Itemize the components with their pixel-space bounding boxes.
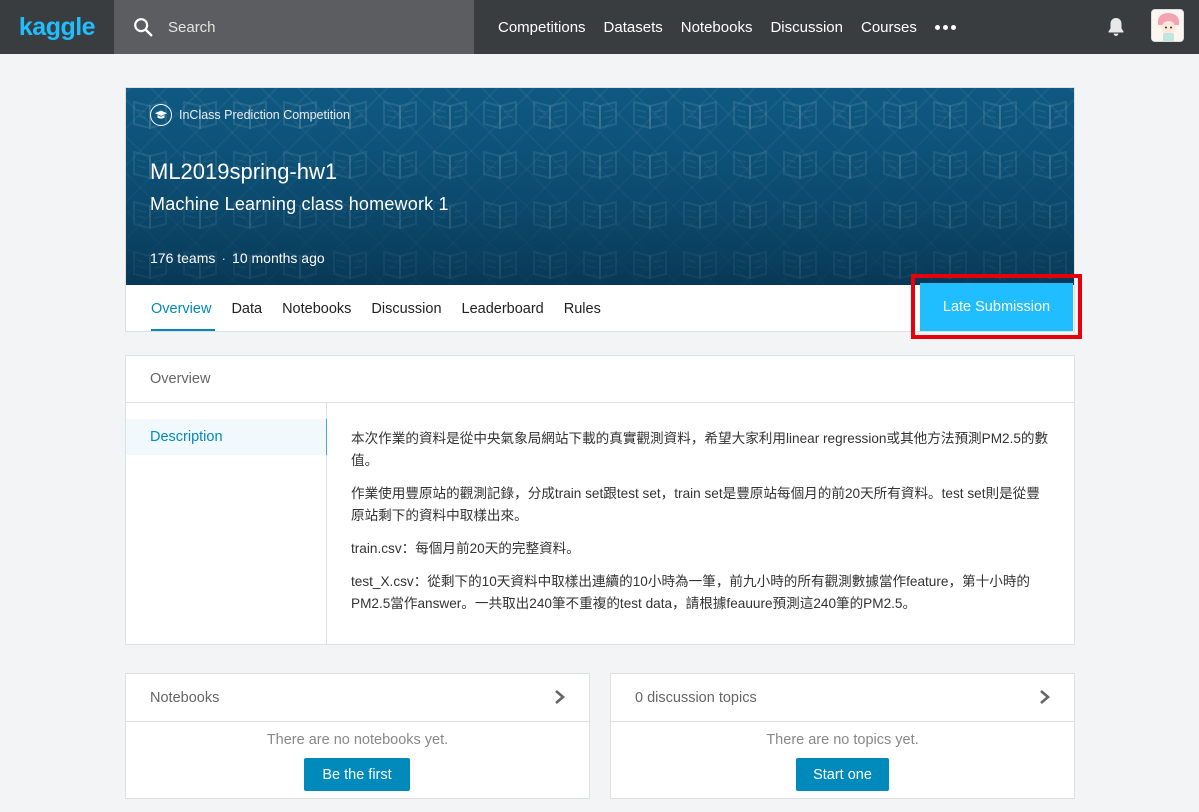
competition-type: InClass Prediction Competition bbox=[150, 104, 350, 126]
tab-notebooks[interactable]: Notebooks bbox=[282, 285, 351, 332]
competition-tabs: Overview Data Notebooks Discussion Leade… bbox=[126, 285, 621, 332]
competition-meta: 176 teams · 10 months ago bbox=[150, 250, 325, 266]
tab-data[interactable]: Data bbox=[231, 285, 262, 332]
discussion-empty-message: There are no topics yet. bbox=[766, 732, 919, 748]
tab-overview[interactable]: Overview bbox=[151, 285, 216, 332]
search-input[interactable]: Search bbox=[114, 0, 474, 54]
bell-icon[interactable] bbox=[1104, 15, 1128, 39]
description-content: 本次作業的資料是從中央氣象局網站下載的真實觀測資料，希望大家利用linear r… bbox=[351, 428, 1051, 626]
be-the-first-button[interactable]: Be the first bbox=[304, 758, 410, 791]
avatar-image bbox=[1152, 10, 1183, 41]
notebooks-card-title: Notebooks bbox=[150, 689, 220, 706]
tab-rules[interactable]: Rules bbox=[564, 285, 601, 332]
team-count: 176 teams bbox=[150, 250, 216, 266]
competition-subtitle: Machine Learning class homework 1 bbox=[150, 194, 449, 214]
overview-header: Overview bbox=[126, 356, 1074, 403]
chevron-right-icon[interactable] bbox=[1038, 689, 1052, 705]
search-icon bbox=[134, 18, 153, 37]
avatar[interactable] bbox=[1151, 9, 1184, 42]
competition-age: 10 months ago bbox=[232, 250, 325, 266]
description-paragraph: train.csv：每個月前20天的完整資料。 bbox=[351, 541, 580, 556]
kaggle-logo[interactable]: kaggle bbox=[0, 0, 114, 54]
overview-sidebar: Description bbox=[126, 403, 327, 644]
competition-banner: InClass Prediction Competition ML2019spr… bbox=[126, 88, 1074, 285]
description-paragraph: 本次作業的資料是從中央氣象局網站下載的真實觀測資料，希望大家利用linear r… bbox=[351, 431, 1049, 468]
nav-datasets[interactable]: Datasets bbox=[604, 19, 663, 36]
late-submission-button[interactable]: Late Submission bbox=[920, 283, 1073, 331]
start-one-button[interactable]: Start one bbox=[796, 758, 889, 791]
competition-title: ML2019spring-hw1 bbox=[150, 159, 338, 184]
discussion-card-header[interactable]: 0 discussion topics bbox=[611, 674, 1074, 722]
more-icon[interactable] bbox=[934, 17, 956, 37]
nav-discussion[interactable]: Discussion bbox=[770, 19, 843, 36]
notebooks-card-header[interactable]: Notebooks bbox=[126, 674, 589, 722]
nav-competitions[interactable]: Competitions bbox=[498, 19, 586, 36]
graduation-cap-icon bbox=[150, 104, 172, 126]
competition-type-label: InClass Prediction Competition bbox=[179, 108, 350, 122]
description-paragraph: test_X.csv：從剩下的10天資料中取樣出連續的10小時為一筆，前九小時的… bbox=[351, 574, 1031, 611]
sidebar-item-description[interactable]: Description bbox=[126, 419, 327, 455]
notebooks-card: Notebooks There are no notebooks yet. Be… bbox=[125, 673, 590, 799]
nav-notebooks[interactable]: Notebooks bbox=[681, 19, 753, 36]
tab-leaderboard[interactable]: Leaderboard bbox=[462, 285, 544, 332]
top-navigation-bar: kaggle Search Competitions Datasets Note… bbox=[0, 0, 1199, 54]
discussion-card: 0 discussion topics There are no topics … bbox=[610, 673, 1075, 799]
notebooks-empty-message: There are no notebooks yet. bbox=[266, 732, 449, 748]
description-paragraph: 作業使用豐原站的觀測記錄，分成train set跟test set，train … bbox=[351, 486, 1040, 523]
tab-discussion[interactable]: Discussion bbox=[371, 285, 441, 332]
nav-courses[interactable]: Courses bbox=[861, 19, 917, 36]
main-nav: Competitions Datasets Notebooks Discussi… bbox=[498, 17, 956, 37]
discussion-card-title: 0 discussion topics bbox=[635, 689, 757, 706]
chevron-right-icon[interactable] bbox=[553, 689, 567, 705]
meta-separator: · bbox=[221, 250, 227, 266]
search-placeholder: Search bbox=[168, 18, 216, 36]
overview-section: Overview Description 本次作業的資料是從中央氣象局網站下載的… bbox=[125, 355, 1075, 645]
